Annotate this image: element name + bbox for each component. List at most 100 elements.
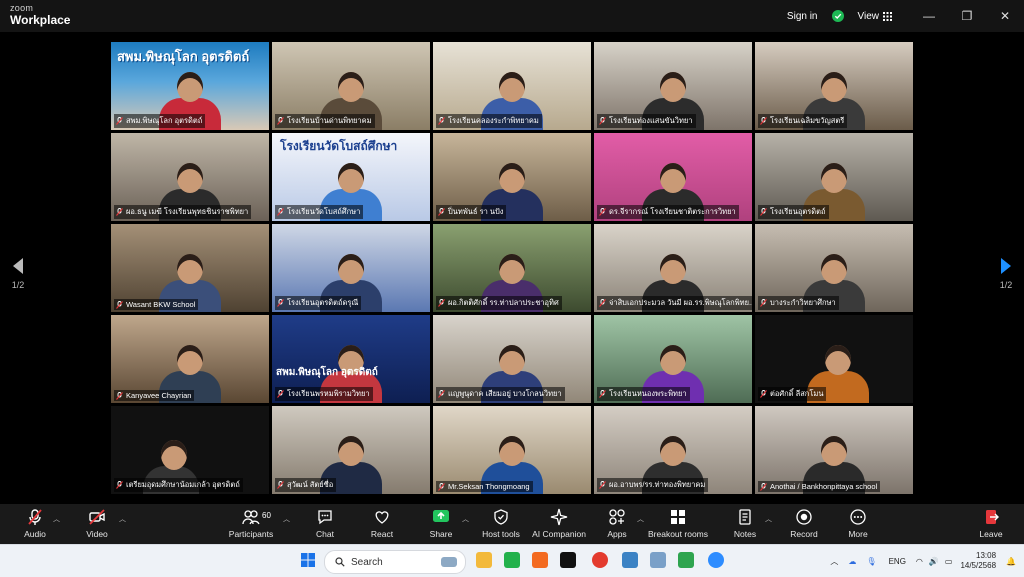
leave-button[interactable]: Leave — [956, 508, 1024, 539]
video-tile[interactable]: โรงเรียนอุตรดิตถ์ — [755, 133, 913, 221]
restore-button[interactable]: ❐ — [948, 0, 986, 32]
audio-caret-icon[interactable]: ︿ — [53, 514, 60, 524]
video-tile[interactable]: จ่าสิบเอกประมวล วันมี ผอ.รร.พิษณุโลกพิทย… — [594, 224, 752, 312]
wifi-icon[interactable]: ◠ — [916, 557, 923, 566]
participant-face — [499, 436, 525, 466]
video-tile[interactable]: โรงเรียนวัดโบสถ์ศึกษาโรงเรียนวัดโบสถ์ศึก… — [272, 133, 430, 221]
close-icon: ✕ — [999, 9, 1011, 23]
breakout-label: Breakout rooms — [648, 529, 708, 539]
participant-name: สพม.พิษณุโลก อุตรดิตถ์ — [126, 116, 203, 125]
weather-icon[interactable]: ☁ — [848, 557, 856, 566]
participant-face — [825, 345, 851, 375]
restore-icon: ❐ — [961, 9, 973, 23]
mic-tray-icon[interactable]: 🎙 — [866, 557, 876, 566]
participant-name: เตรียมอุดมศึกษาน้อมเกล้า อุตรดิตถ์ — [126, 480, 240, 489]
chrome-icon[interactable] — [592, 552, 608, 568]
participant-face — [499, 163, 525, 193]
participant-name-label: ผอ.อาบพร/รร.ท่าทองพิทยาคม — [597, 478, 709, 492]
notification-icon[interactable]: 🔔 — [1006, 557, 1016, 566]
minimize-button[interactable]: — — [910, 0, 948, 32]
mic-muted-icon — [599, 208, 606, 216]
zoom-taskbar-icon[interactable] — [708, 552, 724, 568]
video-tile[interactable]: โรงเรียนท่องแสนขันวิทยา — [594, 42, 752, 130]
participant-name-label: เตรียมอุดมศึกษาน้อมเกล้า อุตรดิตถ์ — [114, 478, 243, 492]
participants-caret-icon[interactable]: ︿ — [283, 514, 290, 524]
windows-start-icon[interactable] — [300, 552, 316, 568]
next-page-button[interactable]: 1/2 — [994, 258, 1018, 290]
sign-in-button[interactable]: Sign in — [787, 11, 818, 22]
participant-face — [338, 254, 364, 284]
mic-muted-icon — [28, 509, 42, 525]
video-tile[interactable]: โรงเรียนเฉลิมขวัญสตรี — [755, 42, 913, 130]
video-tile[interactable]: ผอ.ธนู เมฆี โรงเรียนพุทธชินราชพิทยา — [111, 133, 269, 221]
video-tile[interactable]: ผอ.อาบพร/รร.ท่าทองพิทยาคม — [594, 406, 752, 494]
breakout-rooms-button[interactable]: Breakout rooms — [643, 508, 713, 539]
participant-name: ผอ.อาบพร/รร.ท่าทองพิทยาคม — [609, 480, 706, 489]
app-green-icon[interactable] — [678, 552, 694, 568]
video-tile[interactable]: โรงเรียนอุตรดิตถ์ดรุณี — [272, 224, 430, 312]
video-tile[interactable]: โรงเรียนบ้านด่านพิทยาคม — [272, 42, 430, 130]
video-caret-icon[interactable]: ︿ — [119, 514, 126, 524]
video-tile[interactable]: โรงเรียนคลองระกำพิทยาคม — [433, 42, 591, 130]
video-tile[interactable]: แญพูนุดาค เสียมอยู่ บางโกลนวิทยา — [433, 315, 591, 403]
file-explorer-icon[interactable] — [476, 552, 492, 568]
video-tile[interactable]: ปิ่นทพันธ์ รา นปัง — [433, 133, 591, 221]
meeting-toolbar: Audio ︿ Video ︿ Participants 60 ︿ Chat R… — [0, 504, 1024, 544]
language-indicator[interactable]: ENG — [889, 557, 906, 566]
heart-icon — [375, 511, 389, 524]
video-tile[interactable]: ผอ.กิตติศักดิ์ รร.ท่าปลาประชาอุทิศ — [433, 224, 591, 312]
participant-face — [821, 163, 847, 193]
mic-muted-icon — [116, 117, 123, 125]
tiktok-icon[interactable] — [560, 552, 576, 568]
search-icon — [335, 557, 345, 567]
video-tile[interactable]: บางระกำวิทยาศึกษา — [755, 224, 913, 312]
video-tile[interactable]: สุวัฒน์ สัตย์ซื่อ — [272, 406, 430, 494]
video-tile[interactable]: เตรียมอุดมศึกษาน้อมเกล้า อุตรดิตถ์ — [111, 406, 269, 494]
close-button[interactable]: ✕ — [986, 0, 1024, 32]
notes-label: Notes — [733, 529, 757, 539]
app-blue-icon[interactable] — [622, 552, 638, 568]
video-tile[interactable]: สพม.พิษณุโลก อุตรดิตถ์ โรงเรียนพรหมพิรามว… — [272, 315, 430, 403]
battery-icon[interactable]: ▭ — [945, 557, 953, 566]
participant-name: ปิ่นทพันธ์ รา นปัง — [448, 207, 504, 216]
video-tile[interactable]: Wasant BKW School — [111, 224, 269, 312]
taskbar-search-input[interactable]: Search — [324, 550, 466, 574]
record-icon — [796, 509, 812, 525]
participants-button[interactable]: Participants — [216, 508, 286, 539]
line-app-icon[interactable] — [504, 552, 520, 568]
apps-icon — [609, 509, 625, 525]
video-tile[interactable]: ดร.จีรากรณ์ โรงเรียนชาติตระการวิทยา — [594, 133, 752, 221]
video-tile[interactable]: ต่อศักดิ์ ลีสกโมน — [755, 315, 913, 403]
video-tile[interactable]: สพม.พิษณุโลก อุตรดิตถ์สพม.พิษณุโลก อุตรด… — [111, 42, 269, 130]
title-bar: zoom Workplace Sign in View — ❐ ✕ — [0, 0, 1024, 32]
participant-name: Mr.Seksan Thongmoang — [448, 482, 530, 491]
view-button[interactable]: View — [858, 11, 892, 22]
participant-name-label: จ่าสิบเอกประมวล วันมี ผอ.รร.พิษณุโลกพิทย… — [597, 296, 752, 310]
leave-label: Leave — [979, 529, 1003, 539]
tile-banner-text: สพม.พิษณุโลก อุตรดิตถ์ — [117, 49, 250, 64]
participant-name: ผอ.ธนู เมฆี โรงเรียนพุทธชินราชพิทยา — [126, 207, 249, 216]
participant-face — [499, 254, 525, 284]
prev-page-button[interactable]: 1/2 — [6, 258, 30, 290]
mic-muted-icon — [116, 300, 123, 309]
more-button[interactable]: More — [823, 508, 893, 539]
participant-name-label: Wasant BKW School — [114, 299, 199, 310]
minimize-icon: — — [923, 9, 935, 23]
shield-icon[interactable] — [831, 10, 844, 22]
app-image-icon[interactable] — [650, 552, 666, 568]
video-tile[interactable]: Anothai / Bankhonpittaya school — [755, 406, 913, 494]
video-tile[interactable]: Mr.Seksan Thongmoang — [433, 406, 591, 494]
taskbar-clock[interactable]: 13:08 14/5/2568 — [960, 551, 996, 571]
video-tile[interactable]: โรงเรียนหนองพระพิทยา — [594, 315, 752, 403]
participant-name: โรงเรียนวัดโบสถ์ศึกษา — [287, 207, 361, 216]
video-tile[interactable]: Kanyavee Chayrian — [111, 315, 269, 403]
participant-name-label: ผอ.ธนู เมฆี โรงเรียนพุทธชินราชพิทยา — [114, 205, 252, 219]
participant-name-label: สุวัฒน์ สัตย์ซื่อ — [275, 478, 337, 492]
tile-banner-text: โรงเรียนวัดโบสถ์ศึกษา — [280, 139, 398, 153]
mic-muted-icon — [599, 481, 606, 489]
app-orange-icon[interactable] — [532, 552, 548, 568]
participant-face — [177, 163, 203, 193]
participant-name: โรงเรียนอุตรดิตถ์ — [770, 207, 826, 216]
tray-chevron-icon[interactable]: ︿ — [830, 556, 838, 567]
volume-icon[interactable]: 🔊 — [929, 557, 939, 566]
